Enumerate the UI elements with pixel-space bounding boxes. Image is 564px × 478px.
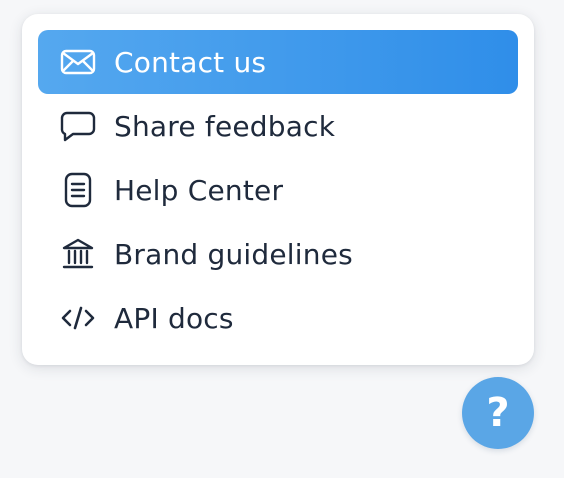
menu-item-label: API docs xyxy=(114,301,234,335)
menu-item-help-center[interactable]: Help Center xyxy=(38,158,518,222)
question-icon: ? xyxy=(486,390,510,436)
help-button[interactable]: ? xyxy=(462,377,534,449)
envelope-icon xyxy=(58,42,98,82)
menu-item-brand-guidelines[interactable]: Brand guidelines xyxy=(38,222,518,286)
code-icon xyxy=(58,298,98,338)
menu-item-share-feedback[interactable]: Share feedback xyxy=(38,94,518,158)
menu-item-label: Brand guidelines xyxy=(114,237,353,271)
document-icon xyxy=(58,170,98,210)
help-menu: Contact us Share feedback Help Center Br… xyxy=(22,14,534,365)
menu-item-label: Contact us xyxy=(114,45,267,79)
page: Contact us Share feedback Help Center Br… xyxy=(0,0,564,478)
bank-icon xyxy=(58,234,98,274)
menu-item-label: Share feedback xyxy=(114,109,336,143)
menu-item-api-docs[interactable]: API docs xyxy=(38,286,518,350)
menu-item-contact-us[interactable]: Contact us xyxy=(38,30,518,94)
menu-item-label: Help Center xyxy=(114,173,284,207)
chat-bubble-icon xyxy=(58,106,98,146)
